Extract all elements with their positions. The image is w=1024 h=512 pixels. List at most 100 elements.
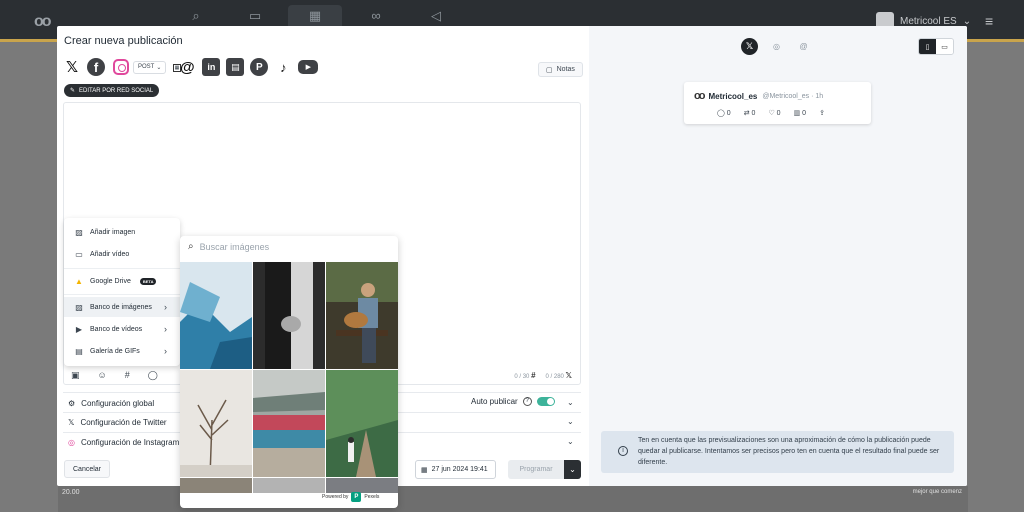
footer-left-text: 20.00	[62, 489, 80, 496]
threads-icon[interactable]: @	[795, 38, 812, 55]
comment-icon[interactable]: ◯	[148, 370, 158, 381]
youtube-icon[interactable]: ▶	[298, 60, 319, 74]
heart-icon: ♡	[768, 110, 775, 117]
chevron-down-icon: ⌄	[156, 64, 162, 71]
image-icon: ▨	[75, 227, 83, 237]
retweet-count: ⇄ 0	[743, 110, 756, 117]
chevron-down-icon[interactable]: ⌄	[567, 398, 574, 407]
edit-per-network-button[interactable]: ✎ EDITAR POR RED SOCIAL	[64, 84, 160, 97]
emoji-icon[interactable]: ☺	[98, 370, 107, 381]
help-icon[interactable]: ?	[522, 397, 532, 406]
views-count: ▥ 0	[793, 110, 807, 117]
post-type-label: POST	[138, 64, 155, 70]
image-bank-item[interactable]: ▨ Banco de imágenes ›	[64, 297, 180, 317]
modal-title: Crear nueva publicación	[64, 35, 183, 47]
stock-image-forest-path[interactable]	[326, 370, 398, 477]
stock-image-guitar-man[interactable]	[326, 262, 398, 369]
notes-button[interactable]: ▢ Notas	[538, 62, 583, 77]
preview-notice: i Ten en cuenta que las previsualizacion…	[601, 431, 954, 473]
stock-image-bare-tree[interactable]	[180, 370, 252, 477]
menu-icon[interactable]: ≡	[985, 13, 993, 29]
twitter-config-row[interactable]: 𝕏 Configuración de Twitter	[68, 418, 167, 427]
chevron-down-icon[interactable]: ⌄	[567, 417, 574, 426]
schedule-button[interactable]: Programar	[508, 460, 564, 479]
linkedin-icon[interactable]: in	[202, 58, 221, 76]
preview-network-tabs: 𝕏 ◎ @	[741, 38, 812, 55]
stock-image-partial[interactable]	[326, 478, 398, 493]
instagram-config-label: Configuración de Instagram	[80, 438, 180, 447]
tiktok-icon[interactable]: ♪	[274, 58, 292, 76]
stock-image-partial[interactable]	[253, 478, 325, 493]
metricool-logo: oo	[34, 13, 51, 30]
divider	[64, 268, 180, 269]
image-search-placeholder: Buscar imágenes	[199, 241, 270, 252]
search-icon: ⌕	[188, 241, 194, 252]
instagram-icon[interactable]	[113, 59, 129, 75]
instagram-config-row[interactable]: ◎ Configuración de Instagram	[68, 438, 179, 447]
media-menu: ▨ Añadir imagen ▭ Añadir vídeo ▲ Google …	[64, 218, 180, 366]
tweet-handle: @Metricool_es · 1h	[762, 92, 824, 100]
chevron-right-icon: ›	[164, 302, 167, 312]
video-bank-item[interactable]: ▶ Banco de vídeos ›	[64, 319, 180, 339]
x-twitter-icon[interactable]: 𝕏	[741, 38, 758, 55]
threads-icon[interactable]: @	[178, 58, 196, 76]
retweet-icon: ⇄	[743, 110, 750, 117]
instagram-icon[interactable]: ◎	[768, 38, 785, 55]
video-bank-icon: ▶	[75, 324, 83, 334]
account-name: Metricool ES	[900, 15, 957, 27]
pexels-attribution[interactable]: Powered by P Pexels	[322, 492, 379, 502]
video-bank-label: Banco de vídeos	[90, 325, 143, 333]
image-search[interactable]: ⌕ Buscar imágenes	[188, 241, 269, 252]
tweet-preview: oo Metricool_es @Metricool_es · 1h ◯ 0 ⇄…	[684, 82, 871, 124]
auto-publish-toggle[interactable]	[536, 397, 555, 406]
analytics-icon[interactable]: ⌕	[188, 8, 204, 24]
add-image-item[interactable]: ▨ Añadir imagen	[64, 222, 180, 242]
mobile-icon[interactable]: ▯	[919, 39, 936, 54]
pinterest-icon[interactable]: P	[250, 58, 269, 76]
cancel-button[interactable]: Cancelar	[64, 460, 111, 478]
divider	[64, 294, 180, 295]
desktop-icon[interactable]: ▭	[936, 39, 953, 54]
facebook-icon[interactable]: f	[87, 58, 105, 76]
image-bank-icon: ▨	[75, 302, 83, 312]
stock-image-blue-water[interactable]	[180, 262, 252, 369]
preview-notice-text: Ten en cuenta que las previsualizaciones…	[638, 437, 940, 466]
post-type-dropdown[interactable]: POST ⌄	[133, 60, 167, 74]
schedule-options-button[interactable]: ⌄	[564, 460, 581, 479]
tweet-author-name: Metricool_es	[708, 91, 758, 101]
media-icon[interactable]: ▣	[71, 370, 80, 381]
stock-image-holding-hands[interactable]	[253, 262, 325, 369]
gif-icon: ▤	[75, 346, 83, 356]
ads-icon[interactable]: ◁	[428, 8, 444, 24]
preview-panel: 𝕏 ◎ @ ▯ ▭ oo Metricool_es @Metricool_es …	[589, 26, 967, 486]
gif-gallery-label: Galería de GIFs	[90, 347, 140, 355]
add-video-item[interactable]: ▭ Añadir vídeo	[64, 244, 180, 264]
google-drive-label: Google Drive	[90, 277, 131, 285]
char-counter: 0 / 280 𝕏	[545, 371, 572, 380]
chevron-down-icon[interactable]: ⌄	[567, 437, 574, 446]
x-twitter-icon[interactable]: 𝕏	[63, 58, 81, 76]
inbox-icon[interactable]: ▭	[247, 8, 263, 24]
video-icon: ▭	[75, 249, 83, 259]
calendar-icon[interactable]: ▦	[307, 8, 323, 24]
add-image-label: Añadir imagen	[90, 228, 136, 236]
image-bank-label: Banco de imágenes	[90, 303, 152, 311]
hashtag-counter: 0 / 30 #	[514, 371, 536, 380]
schedule-date-field[interactable]: ▦ 27 jun 2024 19:41	[415, 460, 496, 479]
auto-publish-label: Auto publicar	[471, 397, 518, 406]
google-business-icon[interactable]: ▤	[226, 58, 245, 76]
google-drive-icon: ▲	[75, 276, 83, 286]
counters: 0 / 30 # 0 / 280 𝕏	[514, 371, 572, 380]
date-value: 27 jun 2024 19:41	[431, 466, 488, 473]
link-icon[interactable]: ∞	[368, 8, 384, 24]
gear-icon: ⚙	[68, 399, 76, 408]
twitter-config-label: Configuración de Twitter	[80, 418, 167, 427]
grid-icon: ▦	[173, 64, 181, 72]
stock-image-umbrellas[interactable]	[253, 370, 325, 477]
gif-gallery-item[interactable]: ▤ Galería de GIFs ›	[64, 341, 180, 361]
stock-image-partial[interactable]	[180, 478, 252, 493]
google-drive-item[interactable]: ▲ Google Drive BETA	[64, 271, 180, 291]
global-config-row[interactable]: ⚙ Configuración global	[68, 399, 154, 408]
global-config-label: Configuración global	[81, 399, 155, 408]
hashtag-icon[interactable]: #	[125, 370, 130, 381]
